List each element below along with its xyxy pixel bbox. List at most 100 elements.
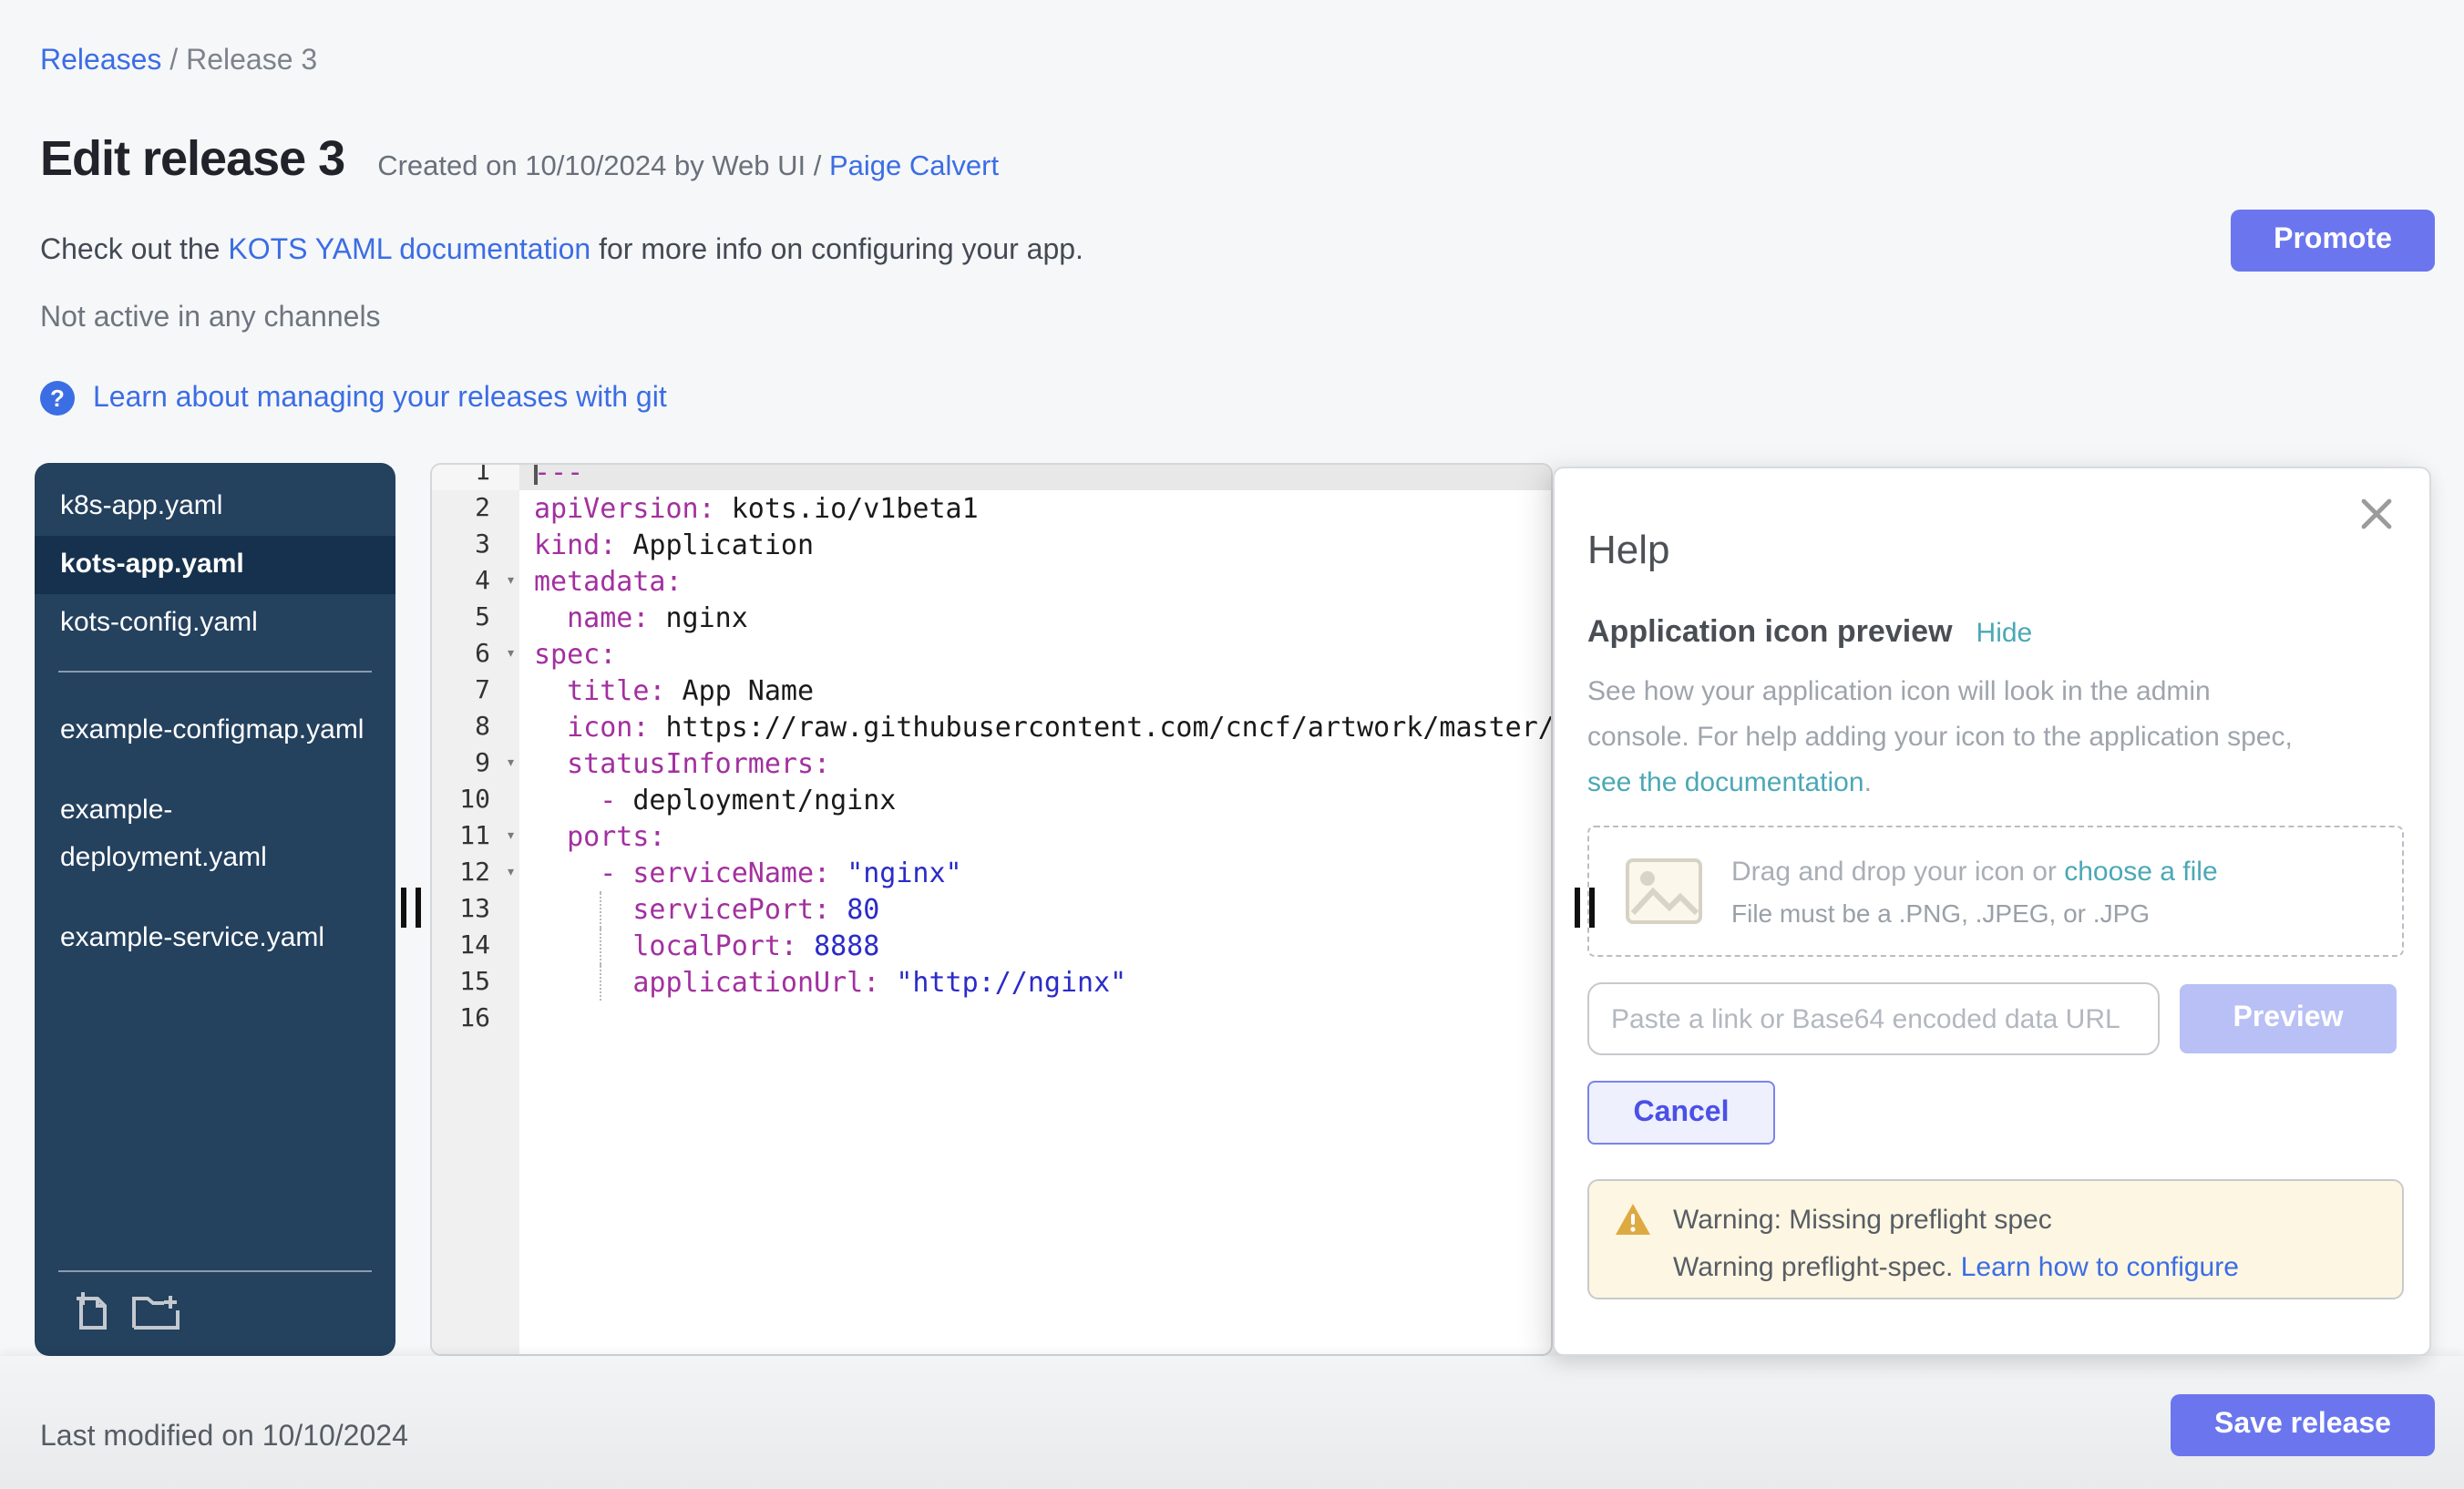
- new-folder-icon[interactable]: [131, 1294, 180, 1330]
- line-number: 3: [432, 527, 519, 563]
- line-number: 5: [432, 600, 519, 636]
- code-line[interactable]: 14 localPort: 8888: [432, 928, 1551, 964]
- warning-text: Warning: Missing preflight spec: [1673, 1204, 2052, 1235]
- git-releases-link[interactable]: Learn about managing your releases with …: [93, 382, 667, 415]
- created-info: Created on 10/10/2024 by Web UI / Paige …: [377, 151, 999, 184]
- file-group-divider: [58, 671, 372, 673]
- file-item[interactable]: kots-app.yaml: [35, 536, 395, 594]
- breadcrumb: Releases / Release 3: [40, 46, 317, 78]
- file-item[interactable]: example-service.yaml: [35, 899, 395, 979]
- file-item[interactable]: k8s-app.yaml: [35, 478, 395, 536]
- line-number: 16: [432, 1001, 519, 1037]
- warning-detail-text: Warning preflight-spec.: [1673, 1252, 1961, 1283]
- line-number: 14: [432, 928, 519, 964]
- code-line[interactable]: 8 icon: https://raw.githubusercontent.co…: [432, 709, 1551, 745]
- cancel-button[interactable]: Cancel: [1587, 1081, 1775, 1145]
- fold-arrow-icon[interactable]: ▾: [506, 855, 516, 891]
- docs-hint-prefix: Check out the: [40, 235, 228, 266]
- page-title: Edit release 3: [40, 131, 344, 188]
- code-line[interactable]: 12▾ - serviceName: "nginx": [432, 855, 1551, 891]
- help-title: Help: [1587, 527, 1670, 574]
- help-description: See how your application icon will look …: [1587, 669, 2302, 806]
- code-line[interactable]: 11▾ ports:: [432, 818, 1551, 855]
- file-item[interactable]: example-configmap.yaml: [35, 691, 395, 771]
- learn-configure-link[interactable]: Learn how to configure: [1961, 1252, 2239, 1283]
- icon-url-input[interactable]: [1587, 982, 2160, 1055]
- title-row: Edit release 3 Created on 10/10/2024 by …: [40, 131, 999, 188]
- help-panel-resize-handle[interactable]: [1575, 888, 1595, 928]
- line-number: 11▾: [432, 818, 519, 855]
- breadcrumb-current: Release 3: [186, 46, 317, 77]
- sidebar-bottom: [35, 1252, 395, 1356]
- question-mark-icon: ?: [40, 381, 75, 416]
- code-line[interactable]: 10 - deployment/nginx: [432, 782, 1551, 818]
- warning-detail: Warning preflight-spec. Learn how to con…: [1673, 1252, 2377, 1283]
- help-description-text: See how your application icon will look …: [1587, 676, 2293, 753]
- footer-bar: Last modified on 10/10/2024 Save release: [0, 1356, 2464, 1489]
- created-text: Created on 10/10/2024 by Web UI /: [377, 151, 821, 182]
- edit-release-page: Releases / Release 3 Edit release 3 Crea…: [0, 0, 2464, 1489]
- line-number: 15: [432, 964, 519, 1001]
- code-line[interactable]: 2apiVersion: kots.io/v1beta1: [432, 490, 1551, 527]
- preflight-warning: Warning: Missing preflight spec Warning …: [1587, 1179, 2404, 1299]
- line-number: 1: [432, 463, 519, 490]
- code-line[interactable]: 5 name: nginx: [432, 600, 1551, 636]
- icon-dropzone[interactable]: Drag and drop your icon or choose a file…: [1587, 826, 2404, 957]
- code-line[interactable]: 6▾spec:: [432, 636, 1551, 673]
- file-sidebar: k8s-app.yamlkots-app.yamlkots-config.yam…: [35, 463, 395, 1356]
- docs-hint: Check out the KOTS YAML documentation fo…: [40, 235, 1083, 268]
- yaml-editor[interactable]: 1---2apiVersion: kots.io/v1beta13kind: A…: [430, 463, 1553, 1356]
- file-item[interactable]: kots-config.yaml: [35, 594, 395, 652]
- line-number: 2: [432, 490, 519, 527]
- fold-arrow-icon[interactable]: ▾: [506, 636, 516, 673]
- hide-link[interactable]: Hide: [1976, 618, 2033, 649]
- fold-arrow-icon[interactable]: ▾: [506, 818, 516, 855]
- code-line[interactable]: 15 applicationUrl: "http://nginx": [432, 964, 1551, 1001]
- code-line[interactable]: 7 title: App Name: [432, 673, 1551, 709]
- breadcrumb-releases-link[interactable]: Releases: [40, 46, 161, 77]
- promote-button[interactable]: Promote: [2231, 210, 2435, 272]
- file-item[interactable]: example-deployment.yaml: [35, 771, 395, 899]
- channel-status: Not active in any channels: [40, 303, 381, 335]
- file-list: k8s-app.yamlkots-app.yamlkots-config.yam…: [35, 463, 395, 979]
- line-number: 12▾: [432, 855, 519, 891]
- line-number: 10: [432, 782, 519, 818]
- save-release-button[interactable]: Save release: [2171, 1394, 2435, 1456]
- code-line[interactable]: 4▾metadata:: [432, 563, 1551, 600]
- see-documentation-link[interactable]: see the documentation: [1587, 767, 1864, 798]
- code-line[interactable]: 16: [432, 1001, 1551, 1037]
- new-file-icon[interactable]: [75, 1290, 109, 1330]
- code-lines: 1---2apiVersion: kots.io/v1beta13kind: A…: [432, 463, 1551, 1354]
- close-icon[interactable]: [2360, 498, 2393, 530]
- code-line[interactable]: 1---: [432, 463, 1551, 490]
- docs-hint-suffix: for more info on configuring your app.: [590, 235, 1083, 266]
- image-placeholder-icon: [1626, 858, 1702, 924]
- breadcrumb-separator: /: [161, 46, 186, 77]
- help-panel: Help Application icon preview Hide See h…: [1553, 467, 2431, 1356]
- line-number: 7: [432, 673, 519, 709]
- git-help-row: ? Learn about managing your releases wit…: [40, 381, 667, 416]
- line-number: 8: [432, 709, 519, 745]
- line-number: 13: [432, 891, 519, 928]
- last-modified: Last modified on 10/10/2024: [40, 1422, 408, 1454]
- dropzone-line1-text: Drag and drop your icon or: [1731, 856, 2064, 887]
- line-number: 4▾: [432, 563, 519, 600]
- help-description-suffix: .: [1864, 767, 1872, 798]
- warning-triangle-icon: [1615, 1203, 1651, 1236]
- choose-file-link[interactable]: choose a file: [2064, 856, 2217, 887]
- preview-button[interactable]: Preview: [2180, 984, 2397, 1053]
- fold-arrow-icon[interactable]: ▾: [506, 563, 516, 600]
- code-line[interactable]: 3kind: Application: [432, 527, 1551, 563]
- line-number: 9▾: [432, 745, 519, 782]
- kots-yaml-docs-link[interactable]: KOTS YAML documentation: [228, 235, 590, 266]
- fold-arrow-icon[interactable]: ▾: [506, 745, 516, 782]
- code-line[interactable]: 9▾ statusInformers:: [432, 745, 1551, 782]
- section-title: Application icon preview: [1587, 614, 1953, 651]
- sidebar-resize-handle[interactable]: [401, 888, 421, 928]
- code-line-filler: [432, 1037, 1551, 1354]
- created-by-link[interactable]: Paige Calvert: [829, 151, 999, 182]
- dropzone-line1: Drag and drop your icon or choose a file: [1731, 856, 2218, 887]
- dropzone-line2: File must be a .PNG, .JPEG, or .JPG: [1731, 898, 2218, 927]
- line-number: 6▾: [432, 636, 519, 673]
- code-line[interactable]: 13 servicePort: 80: [432, 891, 1551, 928]
